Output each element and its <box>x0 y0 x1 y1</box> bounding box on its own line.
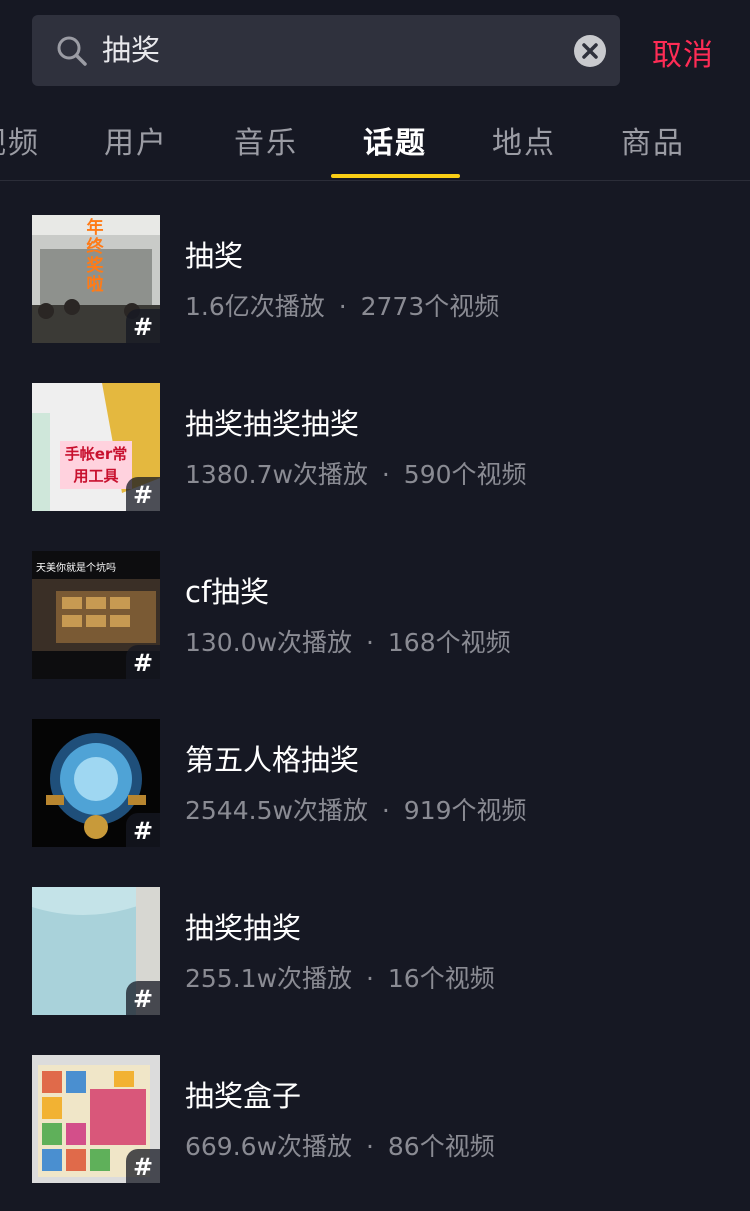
tab-users[interactable]: 用户 <box>104 118 168 162</box>
topic-item[interactable]: 手帐er常用工具 # 抽奖抽奖抽奖 1380.7w次播放 · 590个视频 <box>0 383 750 511</box>
topic-stats: 2544.5w次播放 · 919个视频 <box>185 791 527 827</box>
video-count: 2773个视频 <box>360 292 500 321</box>
play-count: 1380.7w次播放 <box>185 460 368 489</box>
topic-stats: 1380.7w次播放 · 590个视频 <box>185 455 527 491</box>
play-count: 2544.5w次播放 <box>185 796 368 825</box>
topic-thumbnail: 天美你就是个坑吗 # <box>32 551 160 679</box>
tab-products[interactable]: 商品 <box>621 118 685 162</box>
play-count: 669.6w次播放 <box>185 1132 353 1161</box>
separator-dot: · <box>365 1132 374 1161</box>
topic-title: 抽奖抽奖抽奖 <box>185 407 360 441</box>
separator-dot: · <box>365 964 374 993</box>
topic-title: 抽奖盒子 <box>185 1079 302 1113</box>
topic-title: 抽奖抽奖 <box>185 911 302 945</box>
tab-locations[interactable]: 地点 <box>492 118 556 162</box>
video-count: 16个视频 <box>387 964 495 993</box>
tab-topics[interactable]: 话题 <box>363 118 427 162</box>
video-count: 919个视频 <box>403 796 527 825</box>
topic-title: 抽奖 <box>185 239 244 273</box>
hashtag-icon: # <box>126 1149 160 1183</box>
topic-item[interactable]: # 抽奖抽奖 255.1w次播放 · 16个视频 <box>0 887 750 1015</box>
video-count: 168个视频 <box>387 628 511 657</box>
thumbnail-caption: 手帐er常用工具 <box>60 441 132 489</box>
hashtag-icon: # <box>126 309 160 343</box>
video-count: 86个视频 <box>387 1132 495 1161</box>
topic-thumbnail: 手帐er常用工具 # <box>32 383 160 511</box>
topic-stats: 255.1w次播放 · 16个视频 <box>185 959 495 995</box>
close-icon <box>582 43 598 59</box>
active-tab-indicator <box>331 174 460 178</box>
topic-thumbnail: 年终奖啦 # <box>32 215 160 343</box>
thumbnail-caption: 年终奖啦 <box>86 218 104 295</box>
separator-dot: · <box>365 628 374 657</box>
topic-thumbnail: # <box>32 1055 160 1183</box>
separator-dot: · <box>338 292 347 321</box>
hashtag-icon: # <box>126 645 160 679</box>
hashtag-icon: # <box>126 981 160 1015</box>
cancel-button[interactable]: 取消 <box>652 30 714 74</box>
clear-search-button[interactable] <box>574 35 606 67</box>
hashtag-icon: # <box>126 477 160 511</box>
play-count: 130.0w次播放 <box>185 628 353 657</box>
search-input[interactable] <box>102 27 572 73</box>
search-icon <box>57 36 87 66</box>
separator-dot: · <box>381 796 390 825</box>
tab-music[interactable]: 音乐 <box>234 118 298 162</box>
video-count: 590个视频 <box>403 460 527 489</box>
topic-title: 第五人格抽奖 <box>185 743 360 777</box>
hashtag-icon: # <box>126 813 160 847</box>
topic-stats: 669.6w次播放 · 86个视频 <box>185 1127 495 1163</box>
topic-thumbnail: # <box>32 719 160 847</box>
search-bar <box>32 15 620 86</box>
topic-stats: 1.6亿次播放 · 2773个视频 <box>185 287 499 323</box>
topic-stats: 130.0w次播放 · 168个视频 <box>185 623 511 659</box>
topic-item[interactable]: 年终奖啦 # 抽奖 1.6亿次播放 · 2773个视频 <box>0 215 750 343</box>
separator-dot: · <box>381 460 390 489</box>
tab-videos[interactable]: 视频 <box>0 118 40 162</box>
topic-item[interactable]: 天美你就是个坑吗 # cf抽奖 130.0w次播放 · 168个视频 <box>0 551 750 679</box>
topic-title: cf抽奖 <box>185 575 270 609</box>
topic-item[interactable]: # 第五人格抽奖 2544.5w次播放 · 919个视频 <box>0 719 750 847</box>
play-count: 255.1w次播放 <box>185 964 353 993</box>
tab-bar: 视频 用户 音乐 话题 地点 商品 <box>0 100 750 181</box>
topic-thumbnail: # <box>32 887 160 1015</box>
thumbnail-caption: 天美你就是个坑吗 <box>36 563 116 574</box>
play-count: 1.6亿次播放 <box>185 292 325 321</box>
topic-item[interactable]: # 抽奖盒子 669.6w次播放 · 86个视频 <box>0 1055 750 1183</box>
